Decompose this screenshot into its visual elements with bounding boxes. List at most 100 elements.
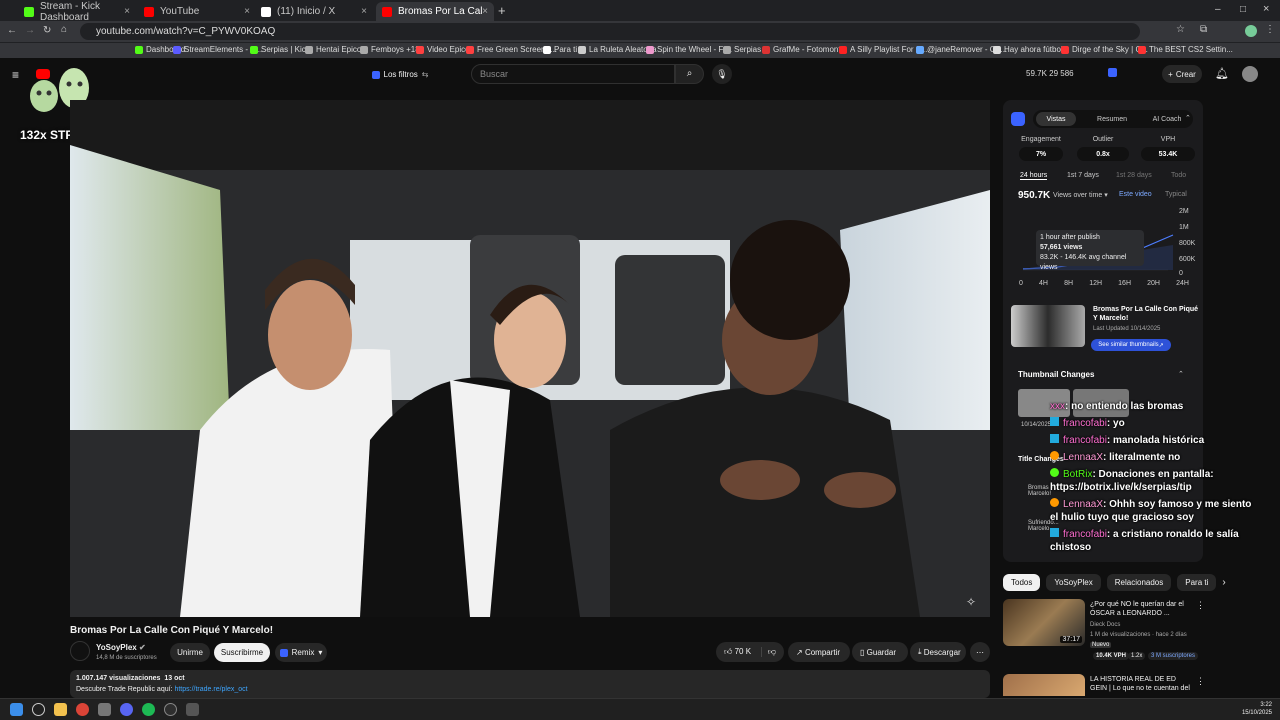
spotify-icon[interactable] [142, 703, 155, 716]
chip-related[interactable]: Relacionados [1106, 574, 1172, 591]
bell-icon[interactable]: 🔔︎ [1215, 67, 1229, 80]
search-input[interactable]: Buscar [471, 64, 675, 84]
bookmark-item[interactable]: Para ti [543, 45, 577, 54]
app-icon[interactable] [98, 703, 111, 716]
video-thumbnail[interactable] [1011, 305, 1085, 347]
badge-icon [1050, 451, 1059, 460]
chevron-up-icon[interactable]: ⌃ [1185, 114, 1191, 122]
bookmark-item[interactable]: The BEST CS2 Settin... [1138, 45, 1233, 54]
hamburger-icon[interactable]: ≡ [12, 68, 19, 82]
join-button[interactable]: Unirme [170, 643, 210, 662]
remix-button[interactable]: Remix ▾ [275, 643, 327, 662]
bookmark-star-icon[interactable]: ☆ [1176, 24, 1185, 35]
bookmark-item[interactable]: Femboys +18 [360, 45, 420, 54]
suggestion-thumbnail[interactable] [1003, 674, 1085, 696]
close-icon[interactable]: × [361, 6, 367, 17]
suggestion-title[interactable]: ¿Por qué NO le querían dar el ÓSCAR a LE… [1090, 600, 1190, 618]
minimize-button[interactable]: – [1215, 4, 1221, 15]
obs-icon[interactable] [164, 703, 177, 716]
url-input[interactable]: youtube.com/watch?v=C_PYWV0KOAQ [80, 23, 1140, 40]
bookmark-item[interactable]: Spin the Wheel - Fr... [646, 45, 732, 54]
reload-icon[interactable]: ↻ [43, 25, 51, 36]
search-button[interactable]: ⌕ [675, 64, 704, 84]
description-box[interactable]: 1.007.147 visualizaciones 13 oct Descubr… [70, 670, 990, 698]
tab-current-video[interactable]: Bromas Por La Calle Con P...× [376, 2, 494, 21]
close-icon[interactable]: × [124, 6, 130, 17]
file-explorer-icon[interactable] [54, 703, 67, 716]
more-options-icon[interactable]: ⋮ [1196, 676, 1205, 687]
similar-thumbnails-button[interactable]: See similar thumbnails ↗ [1091, 339, 1171, 351]
app-icon[interactable] [186, 703, 199, 716]
button-label: Unirme [177, 648, 203, 657]
range-24h[interactable]: 24 hours [1020, 172, 1048, 180]
extensions-icon[interactable]: ⧉ [1200, 24, 1207, 35]
bookmark-item[interactable]: La Ruleta Aleatoria [578, 45, 657, 54]
window-close-button[interactable]: × [1263, 3, 1269, 15]
range-7d[interactable]: 1st 7 days [1067, 172, 1099, 179]
new-tab-button[interactable]: + [498, 3, 506, 18]
home-icon[interactable]: ⌂ [61, 24, 67, 35]
bookmark-item[interactable]: GrafMe - Fotomont... [762, 45, 847, 54]
clock[interactable]: 3:22 15/10/2025 [1228, 701, 1272, 717]
chrome-icon[interactable] [76, 703, 89, 716]
range-28d[interactable]: 1st 28 days [1116, 172, 1152, 179]
range-all[interactable]: Todo [1171, 172, 1186, 179]
thumbnail-changes-header: Thumbnail Changes [1018, 370, 1095, 379]
suggestion-channel[interactable]: Dieck Docs [1090, 622, 1120, 628]
button-label: Compartir [804, 647, 841, 657]
tab-youtube[interactable]: YouTube × [138, 2, 256, 21]
share-button[interactable]: ↗ Compartir [788, 642, 850, 662]
create-button[interactable]: + Crear [1162, 65, 1202, 83]
close-icon[interactable]: × [244, 6, 250, 17]
chip-for-you[interactable]: Para ti [1177, 574, 1217, 591]
tab-kick-dashboard[interactable]: Stream - Kick Dashboard × [18, 1, 136, 23]
chevron-up-icon[interactable]: ⌃ [1178, 370, 1184, 378]
dislike-button[interactable]: 👎︎ [760, 647, 776, 657]
channel-name[interactable]: YoSoyPlex ✔ [96, 643, 146, 652]
bookmark-item[interactable]: Video Epico [416, 45, 470, 54]
chip-channel[interactable]: YoSoyPlex [1046, 574, 1101, 591]
subscribe-button[interactable]: Suscribirme [214, 643, 270, 662]
like-button[interactable]: 👍︎ 70 K [724, 647, 751, 657]
filters-button[interactable]: Los filtros ⇆ [368, 66, 432, 83]
bookmark-item[interactable]: Serpias [723, 45, 761, 54]
menu-icon[interactable]: ⋮ [1265, 24, 1275, 35]
bookmark-item[interactable]: Dirge of the Sky | C... [1061, 45, 1148, 54]
tab-views[interactable]: Vistas [1036, 112, 1076, 126]
tab-x[interactable]: (11) Inicio / X × [255, 2, 373, 21]
discord-icon[interactable] [120, 703, 133, 716]
chip-all[interactable]: Todos [1003, 574, 1041, 591]
bookmark-item[interactable]: Hentai Epico [305, 45, 361, 54]
start-icon[interactable] [10, 703, 23, 716]
chat-text: : literalmente no [1103, 452, 1181, 463]
tab-summary[interactable]: Resumen [1087, 112, 1137, 126]
bookmark-item[interactable]: Serpias | Kick [250, 45, 310, 54]
chat-message: BotRix: Donaciones en pantalla: https://… [1050, 468, 1260, 494]
views-mode-select[interactable]: Views over time ▾ [1053, 191, 1108, 199]
bookmark-label: Para ti [554, 45, 578, 54]
search-icon[interactable] [32, 703, 45, 716]
back-icon[interactable]: ← [7, 25, 17, 36]
close-icon[interactable]: × [482, 6, 488, 17]
more-options-icon[interactable]: ⋮ [1196, 600, 1205, 611]
chevron-right-icon[interactable]: › [1222, 574, 1225, 591]
chat-user: LennaaX [1063, 499, 1104, 510]
channel-name-text: YoSoyPlex [96, 643, 137, 652]
avatar[interactable] [1242, 66, 1258, 82]
forward-icon[interactable]: → [25, 25, 35, 36]
x-tick: 4H [1039, 280, 1048, 287]
save-button[interactable]: ▯ Guardar [852, 642, 908, 662]
profile-avatar[interactable] [1245, 25, 1257, 37]
tab-ai-coach[interactable]: AI Coach [1143, 112, 1191, 126]
bookmark-item[interactable]: StreamElements - S... [173, 45, 262, 54]
more-actions-button[interactable]: ⋯ [970, 642, 990, 662]
video-player[interactable]: ✧ [70, 100, 990, 617]
description-link[interactable]: https://trade.re/plex_oct [174, 686, 247, 693]
maximize-button[interactable]: □ [1240, 4, 1246, 15]
voice-search-button[interactable]: 🎙 [712, 64, 732, 84]
channel-avatar[interactable] [70, 641, 90, 661]
download-button[interactable]: ⤓ Descargar [910, 642, 966, 662]
extension-icon[interactable] [1108, 68, 1117, 77]
bookmark-item[interactable]: Hay ahora fútbol? [993, 45, 1067, 54]
suggestion-thumbnail[interactable]: 37:17 [1003, 599, 1085, 646]
